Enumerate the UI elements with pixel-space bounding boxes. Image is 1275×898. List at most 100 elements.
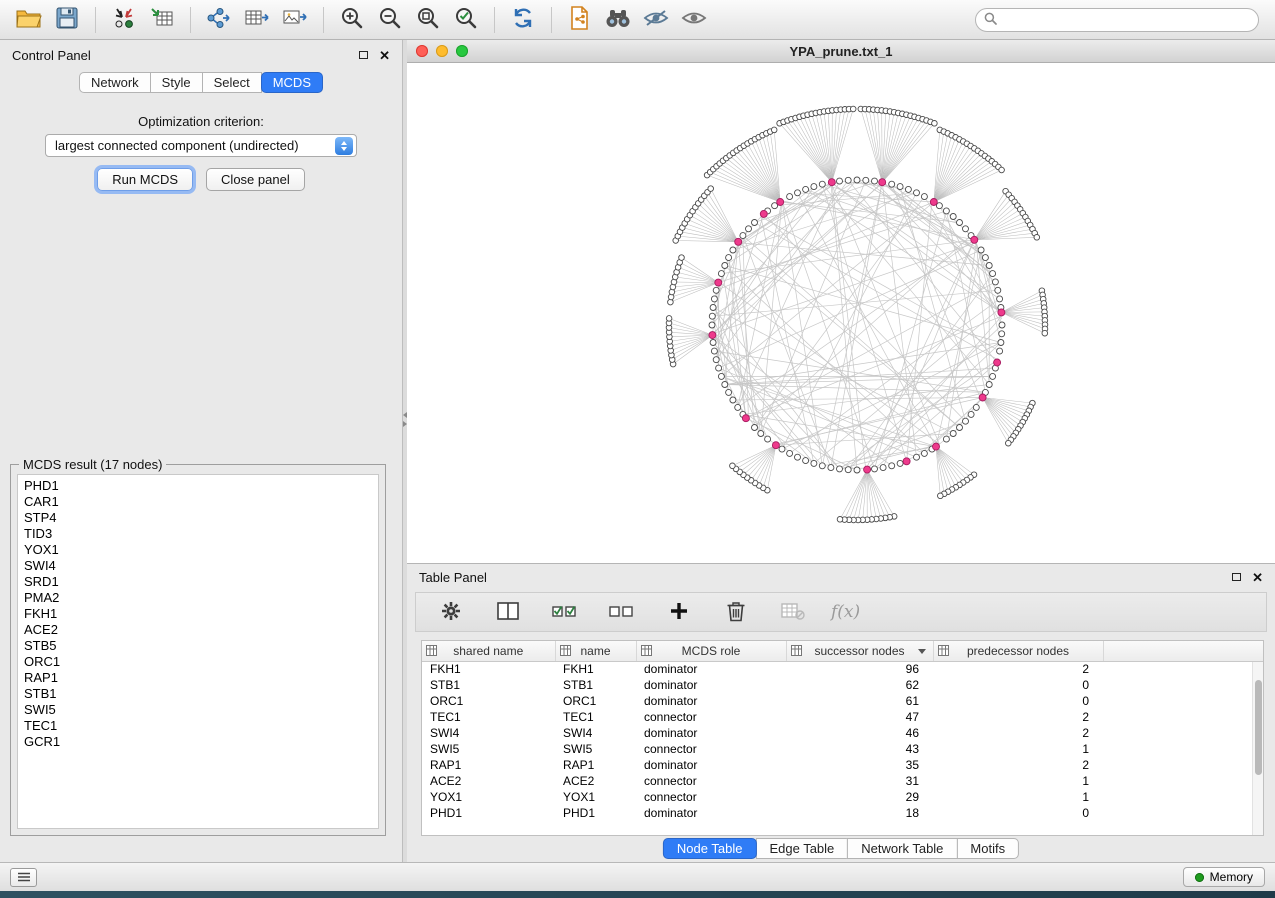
mcds-result-item[interactable]: TID3: [24, 526, 378, 542]
table-row[interactable]: RAP1RAP1dominator352: [422, 757, 1263, 773]
import-table-button[interactable]: [143, 4, 181, 36]
network-node[interactable]: [990, 271, 996, 277]
scrollbar-thumb[interactable]: [1255, 680, 1262, 775]
tab-mcds[interactable]: MCDS: [261, 72, 323, 93]
table-cell[interactable]: dominator: [636, 661, 786, 677]
dominator-node[interactable]: [864, 466, 871, 473]
tab-network-table[interactable]: Network Table: [847, 838, 957, 859]
table-row[interactable]: YOX1YOX1connector291: [422, 789, 1263, 805]
network-node[interactable]: [1006, 440, 1012, 446]
table-cell[interactable]: 62: [786, 677, 933, 693]
close-panel-icon[interactable]: ✕: [379, 49, 390, 62]
network-node[interactable]: [811, 460, 817, 466]
network-node[interactable]: [722, 382, 728, 388]
table-scrollbar[interactable]: [1252, 662, 1263, 835]
network-node[interactable]: [811, 184, 817, 190]
network-node[interactable]: [999, 322, 1005, 328]
search-box[interactable]: [975, 8, 1259, 32]
table-cell[interactable]: SWI5: [422, 741, 555, 757]
network-node[interactable]: [999, 331, 1005, 337]
window-close-icon[interactable]: [416, 45, 428, 57]
table-cell[interactable]: dominator: [636, 693, 786, 709]
float-panel-icon[interactable]: [1232, 573, 1241, 581]
save-session-button[interactable]: [48, 4, 86, 36]
float-panel-icon[interactable]: [359, 51, 368, 59]
network-node[interactable]: [771, 127, 777, 133]
table-row[interactable]: ORC1ORC1dominator610: [422, 693, 1263, 709]
table-cell[interactable]: 47: [786, 709, 933, 725]
table-cell[interactable]: 2: [933, 709, 1103, 725]
network-node[interactable]: [730, 463, 736, 469]
network-node[interactable]: [752, 220, 758, 226]
table-row[interactable]: SWI5SWI5connector431: [422, 741, 1263, 757]
table-row[interactable]: FKH1FKH1dominator962: [422, 661, 1263, 677]
network-node[interactable]: [716, 365, 722, 371]
network-node[interactable]: [845, 467, 851, 473]
table-cell[interactable]: 35: [786, 757, 933, 773]
dominator-node[interactable]: [760, 210, 767, 217]
table-cell[interactable]: YOX1: [555, 789, 636, 805]
tab-style[interactable]: Style: [150, 72, 203, 93]
show-columns-button[interactable]: [489, 596, 527, 628]
table-cell[interactable]: SWI4: [555, 725, 636, 741]
mcds-result-item[interactable]: PMA2: [24, 590, 378, 606]
table-cell[interactable]: 61: [786, 693, 933, 709]
table-cell[interactable]: dominator: [636, 725, 786, 741]
network-node[interactable]: [997, 296, 1003, 302]
table-cell[interactable]: connector: [636, 709, 786, 725]
dominator-node[interactable]: [930, 199, 937, 206]
network-node[interactable]: [872, 466, 878, 472]
tab-select[interactable]: Select: [202, 72, 262, 93]
table-cell[interactable]: 0: [933, 805, 1103, 821]
dominator-node[interactable]: [828, 179, 835, 186]
network-node[interactable]: [803, 458, 809, 464]
column-header-mcds-role[interactable]: MCDS role: [636, 641, 786, 661]
network-node[interactable]: [713, 287, 719, 293]
table-cell[interactable]: RAP1: [555, 757, 636, 773]
network-node[interactable]: [943, 208, 949, 214]
network-node[interactable]: [711, 296, 717, 302]
dominator-node[interactable]: [998, 309, 1005, 316]
network-node[interactable]: [938, 493, 944, 499]
tab-motifs[interactable]: Motifs: [956, 838, 1019, 859]
network-node[interactable]: [752, 425, 758, 431]
table-row[interactable]: TEC1TEC1connector472: [422, 709, 1263, 725]
table-cell[interactable]: connector: [636, 789, 786, 805]
tab-network[interactable]: Network: [79, 72, 151, 93]
network-node[interactable]: [999, 167, 1005, 173]
network-node[interactable]: [957, 220, 963, 226]
table-cell[interactable]: PHD1: [555, 805, 636, 821]
mcds-result-item[interactable]: CAR1: [24, 494, 378, 510]
network-node[interactable]: [730, 247, 736, 253]
network-node[interactable]: [973, 404, 979, 410]
network-node[interactable]: [679, 255, 685, 261]
table-cell[interactable]: dominator: [636, 805, 786, 821]
network-node[interactable]: [850, 106, 856, 112]
table-cell[interactable]: 1: [933, 789, 1103, 805]
import-network-button[interactable]: [105, 4, 143, 36]
network-node[interactable]: [950, 214, 956, 220]
network-node[interactable]: [854, 177, 860, 183]
network-node[interactable]: [914, 190, 920, 196]
column-header-successor-nodes[interactable]: successor nodes: [786, 641, 933, 661]
table-cell[interactable]: 2: [933, 725, 1103, 741]
mcds-result-item[interactable]: STB5: [24, 638, 378, 654]
network-node[interactable]: [710, 340, 716, 346]
network-canvas[interactable]: [407, 63, 1275, 563]
network-node[interactable]: [787, 194, 793, 200]
table-cell[interactable]: ACE2: [422, 773, 555, 789]
mcds-result-item[interactable]: STP4: [24, 510, 378, 526]
network-node[interactable]: [997, 348, 1003, 354]
close-panel-button[interactable]: Close panel: [206, 168, 305, 191]
network-node[interactable]: [708, 186, 714, 192]
network-document-button[interactable]: [561, 4, 599, 36]
table-cell[interactable]: TEC1: [555, 709, 636, 725]
dominator-node[interactable]: [903, 458, 910, 465]
network-node[interactable]: [992, 279, 998, 285]
network-node[interactable]: [957, 425, 963, 431]
optimization-criterion-select[interactable]: largest connected component (undirected): [45, 134, 357, 157]
table-cell[interactable]: 1: [933, 773, 1103, 789]
dominator-node[interactable]: [979, 394, 986, 401]
table-cell[interactable]: SWI5: [555, 741, 636, 757]
network-node[interactable]: [968, 411, 974, 417]
